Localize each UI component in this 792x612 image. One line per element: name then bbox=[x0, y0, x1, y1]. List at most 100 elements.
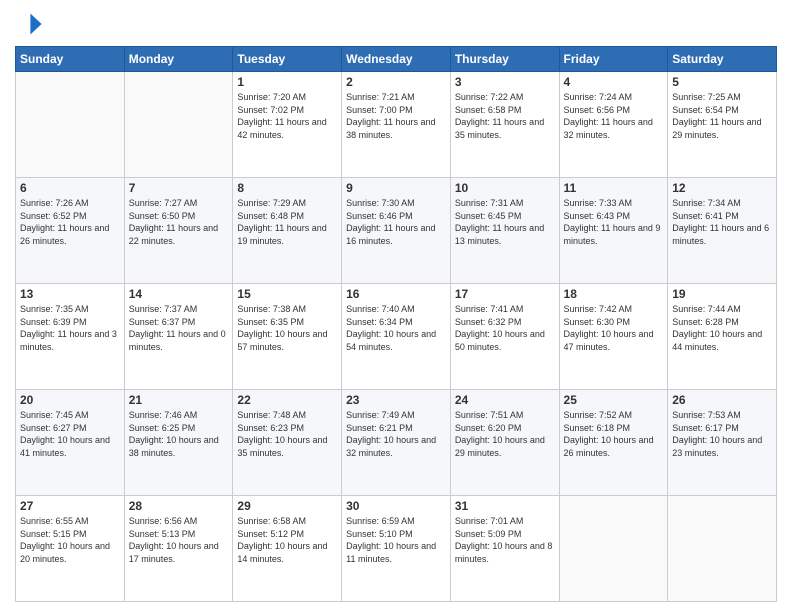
day-info: Sunrise: 6:56 AM Sunset: 5:13 PM Dayligh… bbox=[129, 515, 229, 565]
calendar-cell: 20Sunrise: 7:45 AM Sunset: 6:27 PM Dayli… bbox=[16, 390, 125, 496]
calendar-week-4: 20Sunrise: 7:45 AM Sunset: 6:27 PM Dayli… bbox=[16, 390, 777, 496]
calendar-cell: 27 Sunrise: 6:55 AM Sunset: 5:15 PM Dayli… bbox=[16, 496, 125, 602]
day-number: 22 bbox=[237, 393, 337, 407]
calendar-header-row: SundayMondayTuesdayWednesdayThursdayFrid… bbox=[16, 47, 777, 72]
calendar-table: SundayMondayTuesdayWednesdayThursdayFrid… bbox=[15, 46, 777, 602]
calendar-cell: 17Sunrise: 7:41 AM Sunset: 6:32 PM Dayli… bbox=[450, 284, 559, 390]
calendar-cell: 21 Sunrise: 7:46 AM Sunset: 6:25 PM Dayli… bbox=[124, 390, 233, 496]
calendar-cell: 11 Sunrise: 7:33 AM Sunset: 6:43 PM Dayli… bbox=[559, 178, 668, 284]
header bbox=[15, 10, 777, 38]
day-number: 6 bbox=[20, 181, 120, 195]
day-info: Sunrise: 7:34 AM Sunset: 6:41 PM Dayligh… bbox=[672, 197, 772, 247]
day-info: Sunrise: 7:21 AM Sunset: 7:00 PM Dayligh… bbox=[346, 91, 446, 141]
calendar-cell: 6 Sunrise: 7:26 AM Sunset: 6:52 PM Daylig… bbox=[16, 178, 125, 284]
calendar-cell: 1Sunrise: 7:20 AM Sunset: 7:02 PM Daylig… bbox=[233, 72, 342, 178]
calendar-cell: 12Sunrise: 7:34 AM Sunset: 6:41 PM Dayli… bbox=[668, 178, 777, 284]
calendar-week-3: 13 Sunrise: 7:35 AM Sunset: 6:39 PM Dayli… bbox=[16, 284, 777, 390]
day-info: Sunrise: 7:48 AM Sunset: 6:23 PM Dayligh… bbox=[237, 409, 337, 459]
day-info: Sunrise: 6:58 AM Sunset: 5:12 PM Dayligh… bbox=[237, 515, 337, 565]
logo bbox=[15, 10, 47, 38]
calendar-week-2: 6 Sunrise: 7:26 AM Sunset: 6:52 PM Daylig… bbox=[16, 178, 777, 284]
day-number: 2 bbox=[346, 75, 446, 89]
day-info: Sunrise: 7:25 AM Sunset: 6:54 PM Dayligh… bbox=[672, 91, 772, 141]
calendar-cell: 19Sunrise: 7:44 AM Sunset: 6:28 PM Dayli… bbox=[668, 284, 777, 390]
logo-icon bbox=[15, 10, 43, 38]
calendar-header-wednesday: Wednesday bbox=[342, 47, 451, 72]
day-info: Sunrise: 7:26 AM Sunset: 6:52 PM Dayligh… bbox=[20, 197, 120, 247]
calendar-cell bbox=[668, 496, 777, 602]
day-number: 24 bbox=[455, 393, 555, 407]
calendar-cell: 25 Sunrise: 7:52 AM Sunset: 6:18 PM Dayli… bbox=[559, 390, 668, 496]
day-number: 10 bbox=[455, 181, 555, 195]
day-info: Sunrise: 7:35 AM Sunset: 6:39 PM Dayligh… bbox=[20, 303, 120, 353]
day-number: 27 bbox=[20, 499, 120, 513]
calendar-cell: 24 Sunrise: 7:51 AM Sunset: 6:20 PM Dayli… bbox=[450, 390, 559, 496]
day-number: 11 bbox=[564, 181, 664, 195]
calendar-cell: 31Sunrise: 7:01 AM Sunset: 5:09 PM Dayli… bbox=[450, 496, 559, 602]
day-number: 4 bbox=[564, 75, 664, 89]
day-number: 13 bbox=[20, 287, 120, 301]
calendar-cell bbox=[16, 72, 125, 178]
calendar-cell: 22 Sunrise: 7:48 AM Sunset: 6:23 PM Dayli… bbox=[233, 390, 342, 496]
day-number: 18 bbox=[564, 287, 664, 301]
calendar-cell: 7 Sunrise: 7:27 AM Sunset: 6:50 PM Daylig… bbox=[124, 178, 233, 284]
day-number: 21 bbox=[129, 393, 229, 407]
calendar-week-5: 27 Sunrise: 6:55 AM Sunset: 5:15 PM Dayli… bbox=[16, 496, 777, 602]
calendar-cell: 13 Sunrise: 7:35 AM Sunset: 6:39 PM Dayli… bbox=[16, 284, 125, 390]
day-info: Sunrise: 7:27 AM Sunset: 6:50 PM Dayligh… bbox=[129, 197, 229, 247]
day-number: 29 bbox=[237, 499, 337, 513]
calendar-header-saturday: Saturday bbox=[668, 47, 777, 72]
day-info: Sunrise: 6:59 AM Sunset: 5:10 PM Dayligh… bbox=[346, 515, 446, 565]
calendar-header-monday: Monday bbox=[124, 47, 233, 72]
day-info: Sunrise: 6:55 AM Sunset: 5:15 PM Dayligh… bbox=[20, 515, 120, 565]
day-number: 9 bbox=[346, 181, 446, 195]
calendar-cell bbox=[124, 72, 233, 178]
day-number: 14 bbox=[129, 287, 229, 301]
day-info: Sunrise: 7:20 AM Sunset: 7:02 PM Dayligh… bbox=[237, 91, 337, 141]
day-info: Sunrise: 7:38 AM Sunset: 6:35 PM Dayligh… bbox=[237, 303, 337, 353]
calendar-cell: 4 Sunrise: 7:24 AM Sunset: 6:56 PM Daylig… bbox=[559, 72, 668, 178]
calendar-cell: 18 Sunrise: 7:42 AM Sunset: 6:30 PM Dayli… bbox=[559, 284, 668, 390]
day-number: 20 bbox=[20, 393, 120, 407]
calendar-week-1: 1Sunrise: 7:20 AM Sunset: 7:02 PM Daylig… bbox=[16, 72, 777, 178]
calendar-cell: 23Sunrise: 7:49 AM Sunset: 6:21 PM Dayli… bbox=[342, 390, 451, 496]
calendar-header-thursday: Thursday bbox=[450, 47, 559, 72]
calendar-cell: 30 Sunrise: 6:59 AM Sunset: 5:10 PM Dayli… bbox=[342, 496, 451, 602]
calendar-cell: 5 Sunrise: 7:25 AM Sunset: 6:54 PM Daylig… bbox=[668, 72, 777, 178]
calendar-cell: 2 Sunrise: 7:21 AM Sunset: 7:00 PM Daylig… bbox=[342, 72, 451, 178]
day-info: Sunrise: 7:31 AM Sunset: 6:45 PM Dayligh… bbox=[455, 197, 555, 247]
calendar-cell: 29 Sunrise: 6:58 AM Sunset: 5:12 PM Dayli… bbox=[233, 496, 342, 602]
calendar-cell: 26Sunrise: 7:53 AM Sunset: 6:17 PM Dayli… bbox=[668, 390, 777, 496]
day-number: 30 bbox=[346, 499, 446, 513]
day-number: 15 bbox=[237, 287, 337, 301]
calendar-cell: 10 Sunrise: 7:31 AM Sunset: 6:45 PM Dayli… bbox=[450, 178, 559, 284]
day-number: 7 bbox=[129, 181, 229, 195]
day-info: Sunrise: 7:24 AM Sunset: 6:56 PM Dayligh… bbox=[564, 91, 664, 141]
day-info: Sunrise: 7:42 AM Sunset: 6:30 PM Dayligh… bbox=[564, 303, 664, 353]
calendar-cell: 14 Sunrise: 7:37 AM Sunset: 6:37 PM Dayli… bbox=[124, 284, 233, 390]
day-info: Sunrise: 7:40 AM Sunset: 6:34 PM Dayligh… bbox=[346, 303, 446, 353]
day-info: Sunrise: 7:33 AM Sunset: 6:43 PM Dayligh… bbox=[564, 197, 664, 247]
day-number: 16 bbox=[346, 287, 446, 301]
day-number: 8 bbox=[237, 181, 337, 195]
calendar-cell: 16 Sunrise: 7:40 AM Sunset: 6:34 PM Dayli… bbox=[342, 284, 451, 390]
day-number: 28 bbox=[129, 499, 229, 513]
day-number: 17 bbox=[455, 287, 555, 301]
calendar-cell bbox=[559, 496, 668, 602]
day-number: 25 bbox=[564, 393, 664, 407]
calendar-header-sunday: Sunday bbox=[16, 47, 125, 72]
calendar-cell: 15 Sunrise: 7:38 AM Sunset: 6:35 PM Dayli… bbox=[233, 284, 342, 390]
day-info: Sunrise: 7:51 AM Sunset: 6:20 PM Dayligh… bbox=[455, 409, 555, 459]
calendar-cell: 9 Sunrise: 7:30 AM Sunset: 6:46 PM Daylig… bbox=[342, 178, 451, 284]
day-number: 3 bbox=[455, 75, 555, 89]
day-number: 31 bbox=[455, 499, 555, 513]
day-info: Sunrise: 7:46 AM Sunset: 6:25 PM Dayligh… bbox=[129, 409, 229, 459]
day-info: Sunrise: 7:30 AM Sunset: 6:46 PM Dayligh… bbox=[346, 197, 446, 247]
day-number: 23 bbox=[346, 393, 446, 407]
day-number: 5 bbox=[672, 75, 772, 89]
day-info: Sunrise: 7:37 AM Sunset: 6:37 PM Dayligh… bbox=[129, 303, 229, 353]
day-info: Sunrise: 7:53 AM Sunset: 6:17 PM Dayligh… bbox=[672, 409, 772, 459]
page: SundayMondayTuesdayWednesdayThursdayFrid… bbox=[0, 0, 792, 612]
day-info: Sunrise: 7:52 AM Sunset: 6:18 PM Dayligh… bbox=[564, 409, 664, 459]
calendar-cell: 28 Sunrise: 6:56 AM Sunset: 5:13 PM Dayli… bbox=[124, 496, 233, 602]
